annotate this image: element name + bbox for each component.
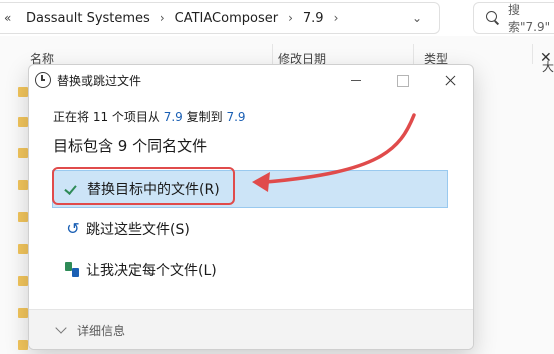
dialog-title: 替换或跳过文件 [57, 74, 142, 88]
column-header-size[interactable]: 大 [542, 58, 554, 75]
address-row: « Dassault Systemes › CATIAComposer › 7.… [0, 0, 554, 36]
breadcrumb-7-9[interactable]: 7.9 [303, 11, 324, 26]
breadcrumb-separator-icon[interactable]: › [160, 11, 165, 25]
column-divider[interactable] [532, 44, 533, 64]
folder-icon[interactable] [18, 244, 28, 254]
maximize-button [379, 65, 425, 95]
dialog-title-bar[interactable]: 替换或跳过文件 [29, 65, 473, 95]
minimize-button[interactable] [333, 65, 379, 95]
dialog-footer: 详细信息 [29, 309, 473, 349]
address-dropdown-icon[interactable]: ⌄ [408, 9, 426, 27]
skip-arrow-icon: ↺ [66, 219, 80, 238]
destination-folder-link[interactable]: 7.9 [226, 110, 245, 124]
checkmark-icon [63, 178, 85, 200]
history-chevron-icon[interactable]: « [4, 11, 20, 25]
folder-icon[interactable] [18, 276, 28, 286]
close-button[interactable] [427, 65, 473, 95]
copy-status-text: 正在将 11 个项目从 7.9 复制到 7.9 [53, 108, 246, 125]
skip-files-label: 跳过这些文件(S) [86, 222, 190, 238]
source-folder-link[interactable]: 7.9 [164, 110, 183, 124]
folder-icon[interactable] [18, 148, 28, 158]
status-prefix: 正在将 11 个项目从 [53, 110, 164, 124]
folder-icon[interactable] [18, 308, 28, 318]
breadcrumb-dassault[interactable]: Dassault Systemes [26, 11, 150, 26]
folder-icon[interactable] [18, 180, 28, 190]
breadcrumb-separator-icon[interactable]: › [288, 11, 293, 25]
more-details-toggle[interactable]: 详细信息 [77, 322, 125, 339]
folder-icon[interactable] [18, 117, 28, 127]
folder-icon[interactable] [18, 340, 28, 350]
folder-icon[interactable] [18, 212, 28, 222]
breadcrumb-separator-icon[interactable]: › [334, 11, 339, 25]
decide-each-file-option[interactable]: 让我决定每个文件(L) [52, 251, 448, 289]
replace-or-skip-dialog: 替换或跳过文件 正在将 11 个项目从 7.9 复制到 7.9 目标包含 9 个… [28, 64, 474, 350]
column-divider[interactable] [272, 44, 273, 64]
decide-each-file-label: 让我决定每个文件(L) [86, 263, 217, 279]
replace-files-option[interactable]: 替换目标中的文件(R) [52, 170, 448, 208]
folder-icon[interactable] [18, 87, 28, 97]
clock-icon [35, 72, 51, 88]
conflict-heading: 目标包含 9 个同名文件 [53, 137, 208, 155]
search-icon [486, 11, 500, 25]
skip-files-option[interactable]: ↺ 跳过这些文件(S) [52, 210, 448, 248]
status-middle: 复制到 [182, 110, 227, 124]
breadcrumb-catiacomposer[interactable]: CATIAComposer [175, 11, 278, 26]
compare-files-icon [62, 259, 84, 281]
chevron-down-icon[interactable] [55, 322, 67, 334]
search-placeholder: 搜索"7.9" [507, 3, 551, 34]
address-bar[interactable]: « Dassault Systemes › CATIAComposer › 7.… [0, 2, 440, 34]
column-divider[interactable] [413, 44, 414, 64]
replace-files-label: 替换目标中的文件(R) [87, 182, 220, 198]
search-input[interactable]: 搜索"7.9" [473, 2, 554, 34]
